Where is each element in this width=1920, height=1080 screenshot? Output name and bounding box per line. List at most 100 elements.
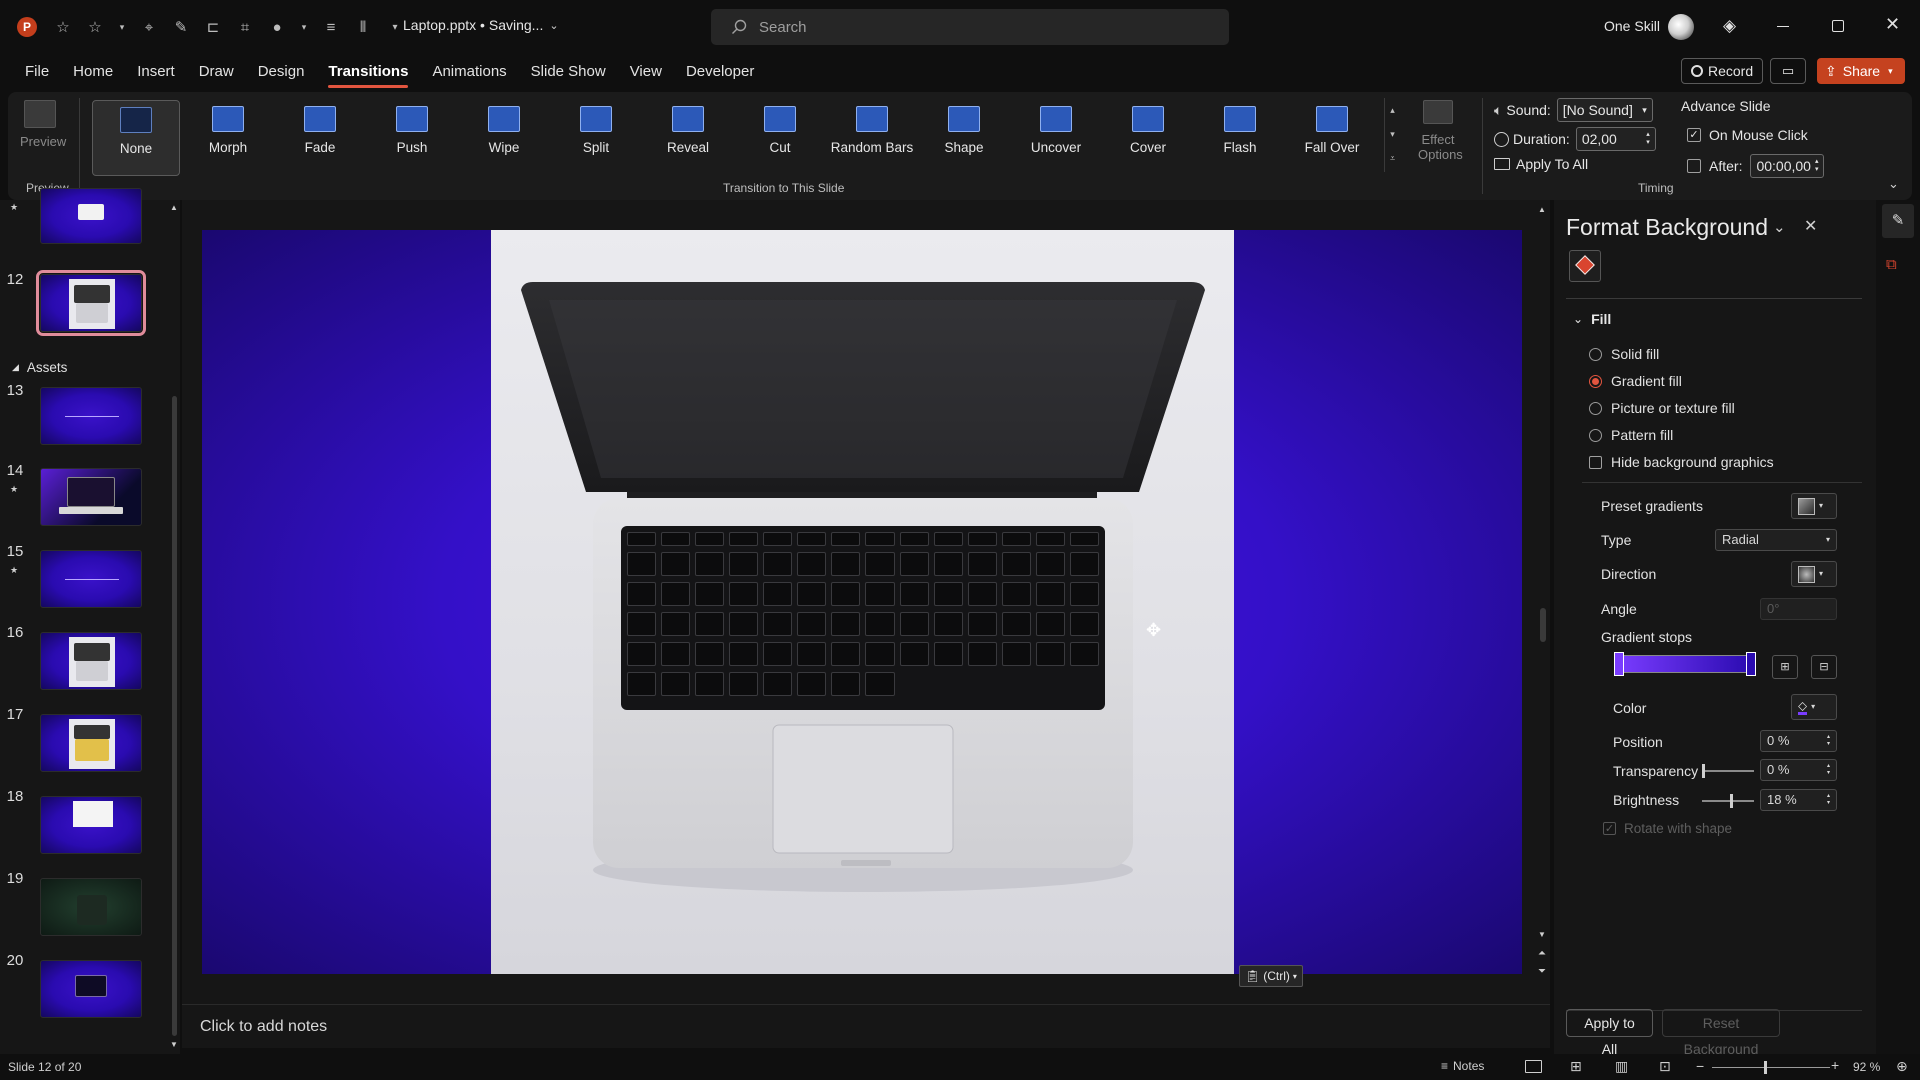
avatar[interactable] (1668, 14, 1694, 40)
slider-thumb[interactable] (1730, 794, 1733, 808)
menu-view[interactable]: View (618, 54, 674, 90)
distribute-icon[interactable]: ⫴ (354, 18, 372, 36)
preset-gradients-dropdown[interactable]: ▾ (1791, 493, 1837, 519)
paste-options-button[interactable]: 📋︎ (Ctrl) ▾ (1239, 965, 1303, 987)
customize-qat-icon[interactable]: ▾ (386, 18, 404, 36)
scroll-down-icon[interactable]: ▼ (170, 1040, 178, 1049)
slide-thumbnail[interactable] (40, 878, 142, 936)
pane-options-chevron-icon[interactable]: ⌄ (1773, 218, 1786, 236)
zoom-level[interactable]: 92 % (1853, 1060, 1880, 1074)
brightness-spinner[interactable]: 18 % ▴ ▾ (1760, 789, 1837, 811)
star-outline-icon[interactable]: ☆ (86, 18, 104, 36)
target-icon[interactable]: ⌖ (140, 18, 158, 36)
transparency-slider[interactable] (1702, 764, 1754, 778)
solid-fill-radio[interactable] (1589, 347, 1602, 361)
transition-wipe[interactable]: Wipe (460, 100, 548, 176)
align-icon[interactable]: ≡ (322, 18, 340, 36)
minimize-icon[interactable] (1777, 26, 1789, 27)
position-spinner[interactable]: 0 % ▴ ▾ (1760, 730, 1837, 752)
menu-developer[interactable]: Developer (674, 54, 766, 90)
scroll-up-icon[interactable]: ▲ (170, 203, 178, 212)
transparency-spinner[interactable]: 0 % ▴ ▾ (1760, 759, 1837, 781)
gradient-stop-end[interactable] (1746, 652, 1756, 676)
picture-fill-option[interactable]: Picture or texture fill (1589, 400, 1735, 416)
transition-shape[interactable]: Shape (920, 100, 1008, 176)
color-picker-dropdown[interactable]: ⬦ ▾ (1791, 694, 1837, 720)
transition-morph[interactable]: Morph (184, 100, 272, 176)
transition-fade[interactable]: Fade (276, 100, 364, 176)
brightness-slider[interactable] (1702, 794, 1754, 808)
transition-reveal[interactable]: Reveal (644, 100, 732, 176)
more-icon[interactable]: ⩡ (1385, 146, 1400, 170)
direction-dropdown[interactable]: ▾ (1791, 561, 1837, 587)
gradient-stop-start[interactable] (1614, 652, 1624, 676)
solid-fill-option[interactable]: Solid fill (1589, 346, 1659, 362)
hide-bg-graphics-checkbox[interactable] (1589, 455, 1602, 469)
transition-push[interactable]: Push (368, 100, 456, 176)
zoom-in-icon[interactable]: + (1831, 1057, 1839, 1073)
hide-bg-graphics-option[interactable]: Hide background graphics (1589, 454, 1774, 470)
reading-view-icon[interactable]: ▥ (1615, 1058, 1628, 1075)
record-button[interactable]: Record (1681, 58, 1764, 84)
shapes-icon[interactable]: ● (268, 18, 286, 36)
fill-tab-icon[interactable] (1569, 250, 1601, 282)
notes-pane[interactable]: Click to add notes (182, 1004, 1550, 1048)
pattern-fill-option[interactable]: Pattern fill (1589, 427, 1673, 443)
designer-tab-icon[interactable]: ⧉ (1886, 256, 1897, 273)
menu-draw[interactable]: Draw (187, 54, 246, 90)
preview-button[interactable]: Preview (20, 100, 66, 156)
restore-icon[interactable] (1832, 20, 1844, 32)
slider-thumb[interactable] (1702, 764, 1705, 778)
type-dropdown[interactable]: Radial ▾ (1715, 529, 1837, 551)
transition-split[interactable]: Split (552, 100, 640, 176)
fit-slide-icon[interactable]: ⊕ (1896, 1058, 1908, 1075)
slide-sorter-view-icon[interactable]: ⊞ (1570, 1058, 1582, 1075)
chevron-down-icon[interactable]: ▾ (118, 18, 126, 36)
close-pane-icon[interactable]: ✕ (1804, 216, 1817, 236)
laptop-photo[interactable] (491, 230, 1234, 974)
scroll-down-icon[interactable]: ▼ (1538, 930, 1546, 939)
menu-insert[interactable]: Insert (125, 54, 187, 90)
chevron-down-icon[interactable]: ▾ (300, 18, 308, 36)
layout-icon[interactable]: ⊏ (204, 18, 222, 36)
transition-fall-over[interactable]: Fall Over (1288, 100, 1376, 176)
apply-to-all-button[interactable]: Apply To All (1494, 156, 1588, 172)
section-assets[interactable]: ◢ Assets (12, 360, 67, 375)
slide-thumbnail[interactable] (40, 960, 142, 1018)
transition-uncover[interactable]: Uncover (1012, 100, 1100, 176)
after-checkbox[interactable] (1687, 159, 1701, 173)
gradient-fill-radio[interactable] (1589, 374, 1602, 388)
zoom-out-icon[interactable]: − (1696, 1058, 1704, 1074)
notes-toggle-button[interactable]: ≡ Notes (1441, 1059, 1484, 1073)
menu-animations[interactable]: Animations (420, 54, 518, 90)
close-icon[interactable]: ✕ (1885, 14, 1900, 35)
slide-thumbnail[interactable] (40, 188, 142, 244)
slide-show-view-icon[interactable]: ⊡ (1659, 1058, 1671, 1075)
after-spinner[interactable]: 00:00,00 ▴ ▾ (1750, 154, 1825, 178)
slide-thumbnail[interactable] (40, 468, 142, 526)
menu-transitions[interactable]: Transitions (316, 54, 420, 90)
menu-slide-show[interactable]: Slide Show (519, 54, 618, 90)
gradient-fill-option[interactable]: Gradient fill (1589, 373, 1682, 389)
chevron-up-icon[interactable]: ▴ (1385, 98, 1400, 122)
search-box[interactable]: Search (711, 9, 1229, 45)
transition-none[interactable]: None (92, 100, 180, 176)
previous-slide-icon[interactable]: ⏶ (1538, 948, 1546, 959)
menu-home[interactable]: Home (61, 54, 125, 90)
picture-fill-radio[interactable] (1589, 401, 1602, 415)
editor-scrollbar-thumb[interactable] (1540, 608, 1546, 642)
apply-to-all-button[interactable]: Apply to All (1566, 1009, 1653, 1057)
slide-thumbnail[interactable] (40, 550, 142, 608)
premium-diamond-icon[interactable]: ◈ (1723, 16, 1736, 36)
menu-design[interactable]: Design (246, 54, 317, 90)
gallery-scroll[interactable]: ▴ ▾ ⩡ (1384, 98, 1400, 172)
normal-view-icon[interactable] (1525, 1060, 1542, 1073)
slide-thumbnail[interactable] (40, 632, 142, 690)
zoom-slider[interactable] (1712, 1061, 1830, 1074)
transition-cut[interactable]: Cut (736, 100, 824, 176)
crop-icon[interactable]: ⌗ (236, 18, 254, 36)
slide-thumbnail[interactable] (40, 387, 142, 445)
transition-random-bars[interactable]: Random Bars (828, 100, 916, 176)
collapse-ribbon-icon[interactable]: ⌄ (1888, 176, 1899, 192)
next-slide-icon[interactable]: ⏷ (1538, 966, 1546, 977)
